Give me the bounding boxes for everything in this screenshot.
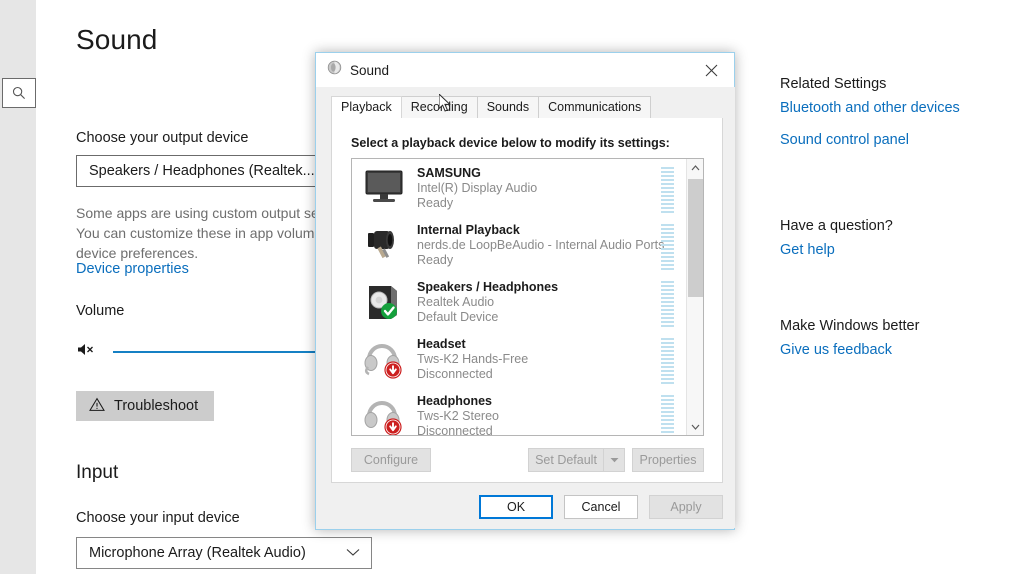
device-description: Tws-K2 Stereo [417, 409, 499, 423]
related-settings-block: Related Settings Bluetooth and other dev… [780, 76, 960, 158]
headset-icon [359, 335, 409, 385]
sound-app-icon [327, 60, 342, 80]
output-device-label: Choose your output device [76, 130, 249, 146]
scroll-down-icon[interactable] [687, 418, 703, 435]
tab-playback[interactable]: Playback [331, 96, 402, 118]
dialog-title: Sound [350, 62, 390, 78]
volume-meter [661, 395, 674, 435]
scroll-up-icon[interactable] [687, 159, 703, 176]
monitor-icon [359, 164, 409, 214]
table-row[interactable]: Headset Tws-K2 Hands-Free Disconnected [352, 330, 688, 387]
device-texts: Headphones Tws-K2 Stereo Disconnected [417, 392, 688, 436]
device-name: Headset [417, 337, 466, 351]
volume-label: Volume [76, 303, 125, 319]
make-windows-better-heading: Make Windows better [780, 318, 920, 334]
device-description: Tws-K2 Hands-Free [417, 352, 529, 366]
input-device-value: Microphone Array (Realtek Audio) [89, 545, 306, 561]
search-input[interactable] [2, 78, 36, 108]
volume-meter [661, 167, 674, 213]
set-default-dropdown-icon[interactable] [604, 448, 625, 472]
device-texts: SAMSUNG Intel(R) Display Audio Ready [417, 164, 688, 211]
close-icon[interactable] [689, 53, 734, 87]
link-sound-control-panel[interactable]: Sound control panel [780, 132, 960, 148]
scrollbar-thumb[interactable] [688, 179, 703, 297]
have-a-question-block: Have a question? Get help [780, 218, 893, 268]
device-name: SAMSUNG [417, 166, 481, 180]
input-section-heading: Input [76, 462, 119, 483]
dialog-titlebar[interactable]: Sound [316, 53, 734, 87]
panel-instruction: Select a playback device below to modify… [351, 136, 670, 150]
input-device-label: Choose your input device [76, 510, 240, 526]
volume-meter [661, 224, 674, 270]
speaker-mute-icon[interactable] [76, 342, 95, 360]
search-icon [12, 86, 26, 100]
device-listbox[interactable]: SAMSUNG Intel(R) Display Audio Ready Int… [351, 158, 704, 436]
configure-button[interactable]: Configure [351, 448, 431, 472]
device-texts: Speakers / Headphones Realtek Audio Defa… [417, 278, 688, 325]
playback-tab-panel: Select a playback device below to modify… [331, 118, 723, 483]
device-state: Disconnected [417, 424, 493, 436]
dialog-body: Playback Recording Sounds Communications… [317, 87, 735, 496]
link-give-us-feedback[interactable]: Give us feedback [780, 342, 919, 358]
link-bluetooth-and-other-devices[interactable]: Bluetooth and other devices [780, 100, 960, 116]
device-name: Internal Playback [417, 223, 520, 237]
volume-fill [113, 351, 334, 353]
device-texts: Internal Playback nerds.de LoopBeAudio -… [417, 221, 688, 268]
list-scrollbar[interactable] [686, 159, 703, 435]
device-state: Ready [417, 196, 454, 210]
device-name: Headphones [417, 394, 493, 408]
headphones-icon [359, 392, 409, 435]
table-row[interactable]: Internal Playback nerds.de LoopBeAudio -… [352, 216, 688, 273]
troubleshoot-label: Troubleshoot [114, 398, 199, 414]
ok-button[interactable]: OK [479, 495, 553, 519]
have-a-question-heading: Have a question? [780, 218, 893, 234]
output-device-select[interactable]: Speakers / Headphones (Realtek... [76, 155, 348, 187]
properties-button[interactable]: Properties [632, 448, 704, 472]
device-description: Intel(R) Display Audio [417, 181, 538, 195]
audio-jack-icon [359, 221, 409, 271]
volume-meter [661, 281, 674, 327]
left-navigation-rail [0, 0, 36, 574]
dialog-footer: OK Cancel Apply [317, 485, 735, 528]
device-texts: Headset Tws-K2 Hands-Free Disconnected [417, 335, 688, 382]
page-title: Sound [76, 24, 158, 55]
chevron-down-icon [346, 546, 360, 560]
volume-meter [661, 338, 674, 384]
make-windows-better-block: Make Windows better Give us feedback [780, 318, 919, 368]
dialog-tabstrip: Playback Recording Sounds Communications [331, 96, 652, 118]
related-settings-heading: Related Settings [780, 76, 887, 92]
device-description: Realtek Audio [417, 295, 495, 309]
cancel-button[interactable]: Cancel [564, 495, 638, 519]
link-get-help[interactable]: Get help [780, 242, 893, 258]
sound-dialog: Sound Playback Recording Sounds Communic… [315, 52, 735, 530]
device-state: Disconnected [417, 367, 493, 381]
device-state: Default Device [417, 310, 499, 324]
device-properties-link[interactable]: Device properties [76, 261, 189, 277]
warning-triangle-icon [89, 397, 105, 416]
set-default-button[interactable]: Set Default [528, 448, 604, 472]
device-state: Ready [417, 253, 454, 267]
tab-sounds[interactable]: Sounds [476, 96, 540, 118]
apply-button[interactable]: Apply [649, 495, 723, 519]
table-row[interactable]: Speakers / Headphones Realtek Audio Defa… [352, 273, 688, 330]
table-row[interactable]: Headphones Tws-K2 Stereo Disconnected [352, 387, 688, 436]
tab-communications[interactable]: Communications [538, 96, 652, 118]
input-device-select[interactable]: Microphone Array (Realtek Audio) [76, 537, 372, 569]
device-list: SAMSUNG Intel(R) Display Audio Ready Int… [352, 159, 688, 436]
tab-recording[interactable]: Recording [400, 96, 478, 118]
speaker-icon [359, 278, 409, 328]
device-name: Speakers / Headphones [417, 280, 559, 294]
troubleshoot-button[interactable]: Troubleshoot [76, 391, 215, 421]
table-row[interactable]: SAMSUNG Intel(R) Display Audio Ready [352, 159, 688, 216]
device-description: nerds.de LoopBeAudio - Internal Audio Po… [417, 238, 665, 252]
